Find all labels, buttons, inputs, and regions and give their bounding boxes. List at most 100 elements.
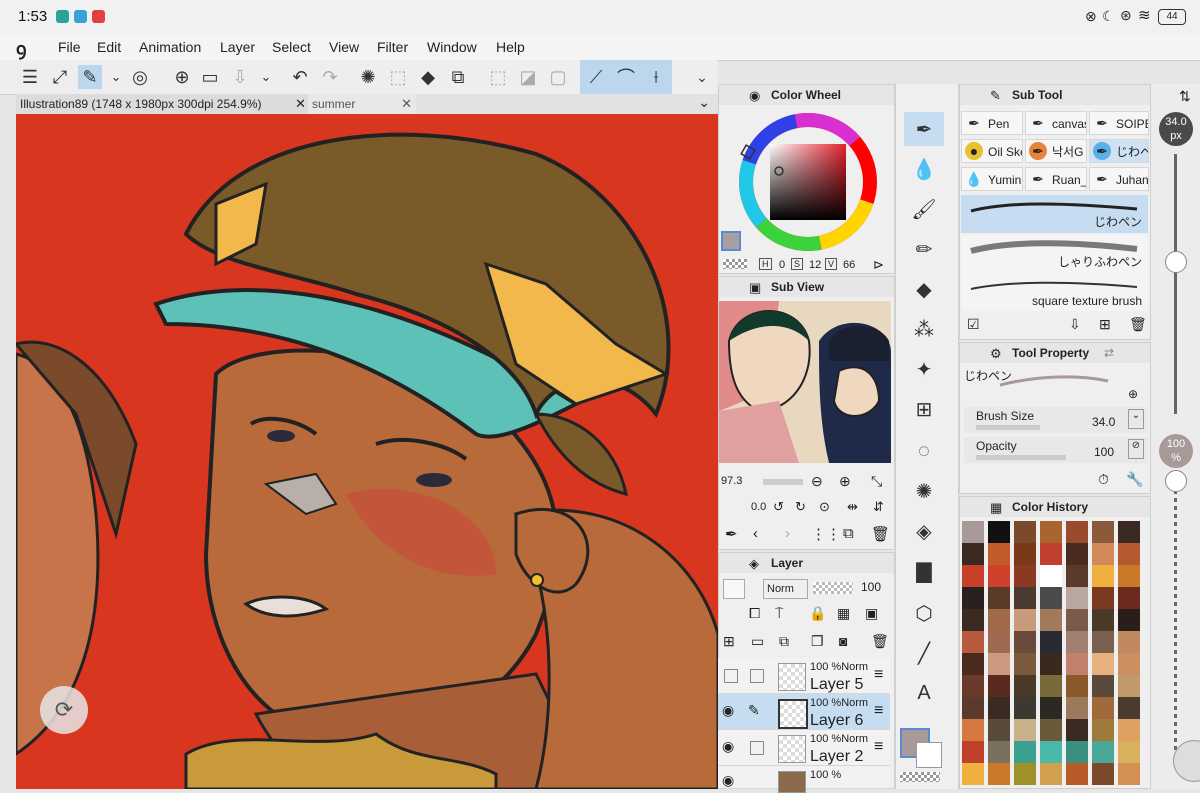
color-swatch[interactable] [988,543,1010,565]
menu-window[interactable]: Window [427,39,477,55]
brush-item[interactable]: じわペン [961,195,1148,233]
main-color-swatch[interactable] [721,231,741,251]
color-swatch[interactable] [1092,631,1114,653]
line-tool-icon[interactable]: ╱ [904,636,944,670]
eraser-icon[interactable]: ◆ [904,272,944,306]
color-swatch[interactable] [1118,565,1140,587]
curve-snap-icon[interactable]: ⌒ [614,65,638,89]
menu-help[interactable]: Help [496,39,525,55]
color-swatch[interactable] [1014,543,1036,565]
pen-mode-icon[interactable]: ✎ [78,65,102,89]
color-swatch[interactable] [988,719,1010,741]
color-swatch[interactable] [1014,521,1036,543]
color-swatch[interactable] [1040,587,1062,609]
chevron-down-icon[interactable]: ⌄ [698,94,710,111]
color-swatch[interactable] [1014,565,1036,587]
rotate-right-icon[interactable]: ↻ [795,499,806,515]
color-swatch[interactable] [962,697,984,719]
tab-summer[interactable]: summer ✕ [308,94,416,114]
pressure-icon[interactable]: ⌄ [1128,409,1144,429]
color-swatch[interactable] [1014,719,1036,741]
blend-mode-select[interactable]: Norm [763,579,808,599]
color-swatch[interactable] [1066,741,1088,763]
layer-opacity-value[interactable]: 100 [861,580,881,594]
color-swatch[interactable] [1040,543,1062,565]
color-swatch[interactable] [1092,543,1114,565]
layer-menu-icon[interactable]: ≡ [874,738,883,756]
invert-selection-icon[interactable]: ◪ [516,65,540,89]
menu-file[interactable]: File [58,39,81,55]
color-swatch[interactable] [1040,631,1062,653]
eyedropper-icon[interactable]: ✒ [725,525,738,543]
chevron-right-icon[interactable]: › [785,525,790,542]
close-icon[interactable]: ✕ [295,94,306,114]
opacity-slider-track[interactable] [1174,474,1177,764]
grid-icon[interactable]: ⋮⋮ [811,525,841,543]
brush-item[interactable]: しゃりふわペン [961,235,1148,273]
color-swatch[interactable] [1092,675,1114,697]
adjust-icon[interactable]: ⇅ [1179,88,1191,105]
chevron-down-icon[interactable]: ⌄ [690,65,714,89]
color-swatch[interactable] [1118,587,1140,609]
brush-size-slider[interactable] [976,425,1040,430]
subtool-group-pen[interactable]: ✒ Pen [961,111,1023,135]
blend-tool-icon[interactable]: 💧 [904,152,944,186]
color-swatch[interactable] [962,609,984,631]
chevron-left-icon[interactable]: ‹ [753,525,758,542]
color-swatch[interactable] [1118,653,1140,675]
layer-row[interactable]: ◉ 100 %Norm Layer 2 ≡ [718,730,890,766]
color-swatch[interactable] [1066,763,1088,785]
lock-icon[interactable]: 🔒 [809,605,826,622]
spiral-icon[interactable]: ◎ [128,65,152,89]
trash-icon[interactable]: 🗑 [871,633,889,650]
color-swatch[interactable] [1118,609,1140,631]
drawing-canvas[interactable]: ⟳ [16,114,718,789]
color-swatch[interactable] [1066,675,1088,697]
clear-selection-icon[interactable]: ⬚ [386,65,410,89]
brush-tool-icon[interactable]: 🖌 [904,192,944,226]
color-swatch[interactable] [1040,719,1062,741]
duplicate-icon[interactable]: ⊞ [1099,316,1111,333]
color-swatch[interactable] [988,763,1010,785]
opacity-slider-thumb[interactable] [1165,470,1187,492]
color-swatch[interactable] [1118,675,1140,697]
redo-icon[interactable]: ↷ [318,65,342,89]
color-swatch[interactable] [1040,763,1062,785]
color-swatch[interactable] [1092,565,1114,587]
menu-view[interactable]: View [329,39,359,55]
color-swatch[interactable] [962,719,984,741]
color-swatch[interactable] [962,543,984,565]
menu-icon[interactable]: ☰ [18,65,42,89]
open-folder-icon[interactable]: ▭ [198,65,222,89]
sparkle-icon[interactable]: ✦ [904,352,944,386]
flip-vertical-icon[interactable]: ⇵ [873,499,884,515]
color-swatch[interactable] [962,631,984,653]
mask-icon[interactable]: ▣ [865,605,878,622]
brush-size-value[interactable]: 34.0 [1092,415,1115,429]
color-swatch[interactable] [1092,719,1114,741]
merge-down-icon[interactable]: ⧉ [779,633,789,650]
zoom-in-icon[interactable]: ⊕ [839,473,851,490]
color-swatch[interactable] [962,763,984,785]
subtool-group-juhani[interactable]: ✒ Juhani [1089,167,1149,191]
color-swatch[interactable] [1066,631,1088,653]
canvas-resize-icon[interactable]: ⤢ [48,65,72,89]
color-swatch[interactable] [1014,631,1036,653]
color-swatch[interactable] [1118,719,1140,741]
color-swatch[interactable] [1066,521,1088,543]
opacity-value[interactable]: 100 [1094,445,1114,459]
opacity-slider[interactable] [813,582,853,594]
zoom-slider[interactable] [763,479,803,485]
subtool-group-yumin[interactable]: 💧 Yumin [961,167,1023,191]
color-swatch[interactable] [988,565,1010,587]
color-swatch[interactable] [1066,697,1088,719]
color-swatch[interactable] [1040,675,1062,697]
tab-illustration89[interactable]: Illustration89 (1748 x 1980px 300dpi 254… [16,94,310,114]
lasso-icon[interactable]: ◌ [904,434,944,468]
opacity-slider[interactable] [976,455,1066,460]
color-swatch[interactable] [1118,521,1140,543]
trash-icon[interactable]: 🗑 [1129,316,1147,333]
subtool-group-oil[interactable]: ● Oil Sketch [961,139,1023,163]
color-swatch[interactable] [1118,631,1140,653]
color-swatch[interactable] [988,653,1010,675]
